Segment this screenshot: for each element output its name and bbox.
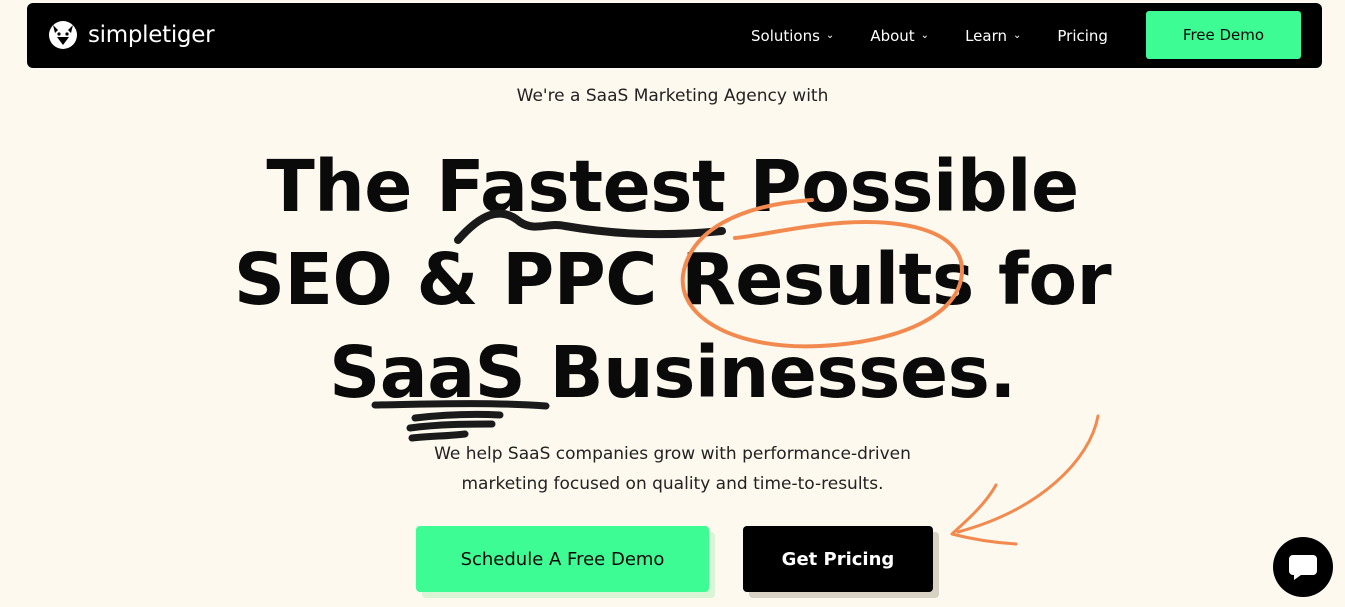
top-navbar: simpletiger Solutions ⌄ About ⌄ Learn ⌄ … xyxy=(27,3,1322,68)
subheading-line: We help SaaS companies grow with perform… xyxy=(434,444,911,464)
hero-headline: The Fastest Possible SEO & PPC Results f… xyxy=(0,140,1345,419)
subheading-line: marketing focused on quality and time-to… xyxy=(461,474,884,494)
get-pricing-button[interactable]: Get Pricing xyxy=(743,526,933,592)
chevron-down-icon: ⌄ xyxy=(825,30,835,41)
nav-item-label: Pricing xyxy=(1057,26,1108,45)
nav-item-label: Solutions xyxy=(751,26,820,45)
tiger-head-icon xyxy=(49,21,77,49)
nav-item-about[interactable]: About ⌄ xyxy=(870,27,929,45)
chevron-down-icon: ⌄ xyxy=(920,30,930,41)
hero-kicker: We're a SaaS Marketing Agency with xyxy=(516,86,829,106)
nav-item-learn[interactable]: Learn ⌄ xyxy=(965,27,1021,45)
nav-item-label: Learn xyxy=(965,26,1007,45)
headline-line: The Fastest Possible xyxy=(266,145,1079,228)
nav-item-solutions[interactable]: Solutions ⌄ xyxy=(751,27,834,45)
brand-name: simpletiger xyxy=(88,22,215,48)
chat-bubble-icon xyxy=(1289,555,1317,580)
chevron-down-icon: ⌄ xyxy=(1013,30,1022,41)
free-demo-button[interactable]: Free Demo xyxy=(1146,11,1301,59)
nav-links: Solutions ⌄ About ⌄ Learn ⌄ Pricing xyxy=(751,3,1144,68)
headline-line: SEO & PPC Results for xyxy=(233,238,1112,321)
headline-line: SaaS Businesses. xyxy=(329,331,1016,414)
nav-item-label: About xyxy=(870,26,915,45)
schedule-demo-button[interactable]: Schedule A Free Demo xyxy=(416,526,709,592)
nav-item-pricing[interactable]: Pricing xyxy=(1057,27,1108,45)
chat-launcher-button[interactable] xyxy=(1273,537,1333,597)
hero-subheading: We help SaaS companies grow with perform… xyxy=(0,439,1345,499)
brand-logo[interactable]: simpletiger xyxy=(47,19,215,51)
